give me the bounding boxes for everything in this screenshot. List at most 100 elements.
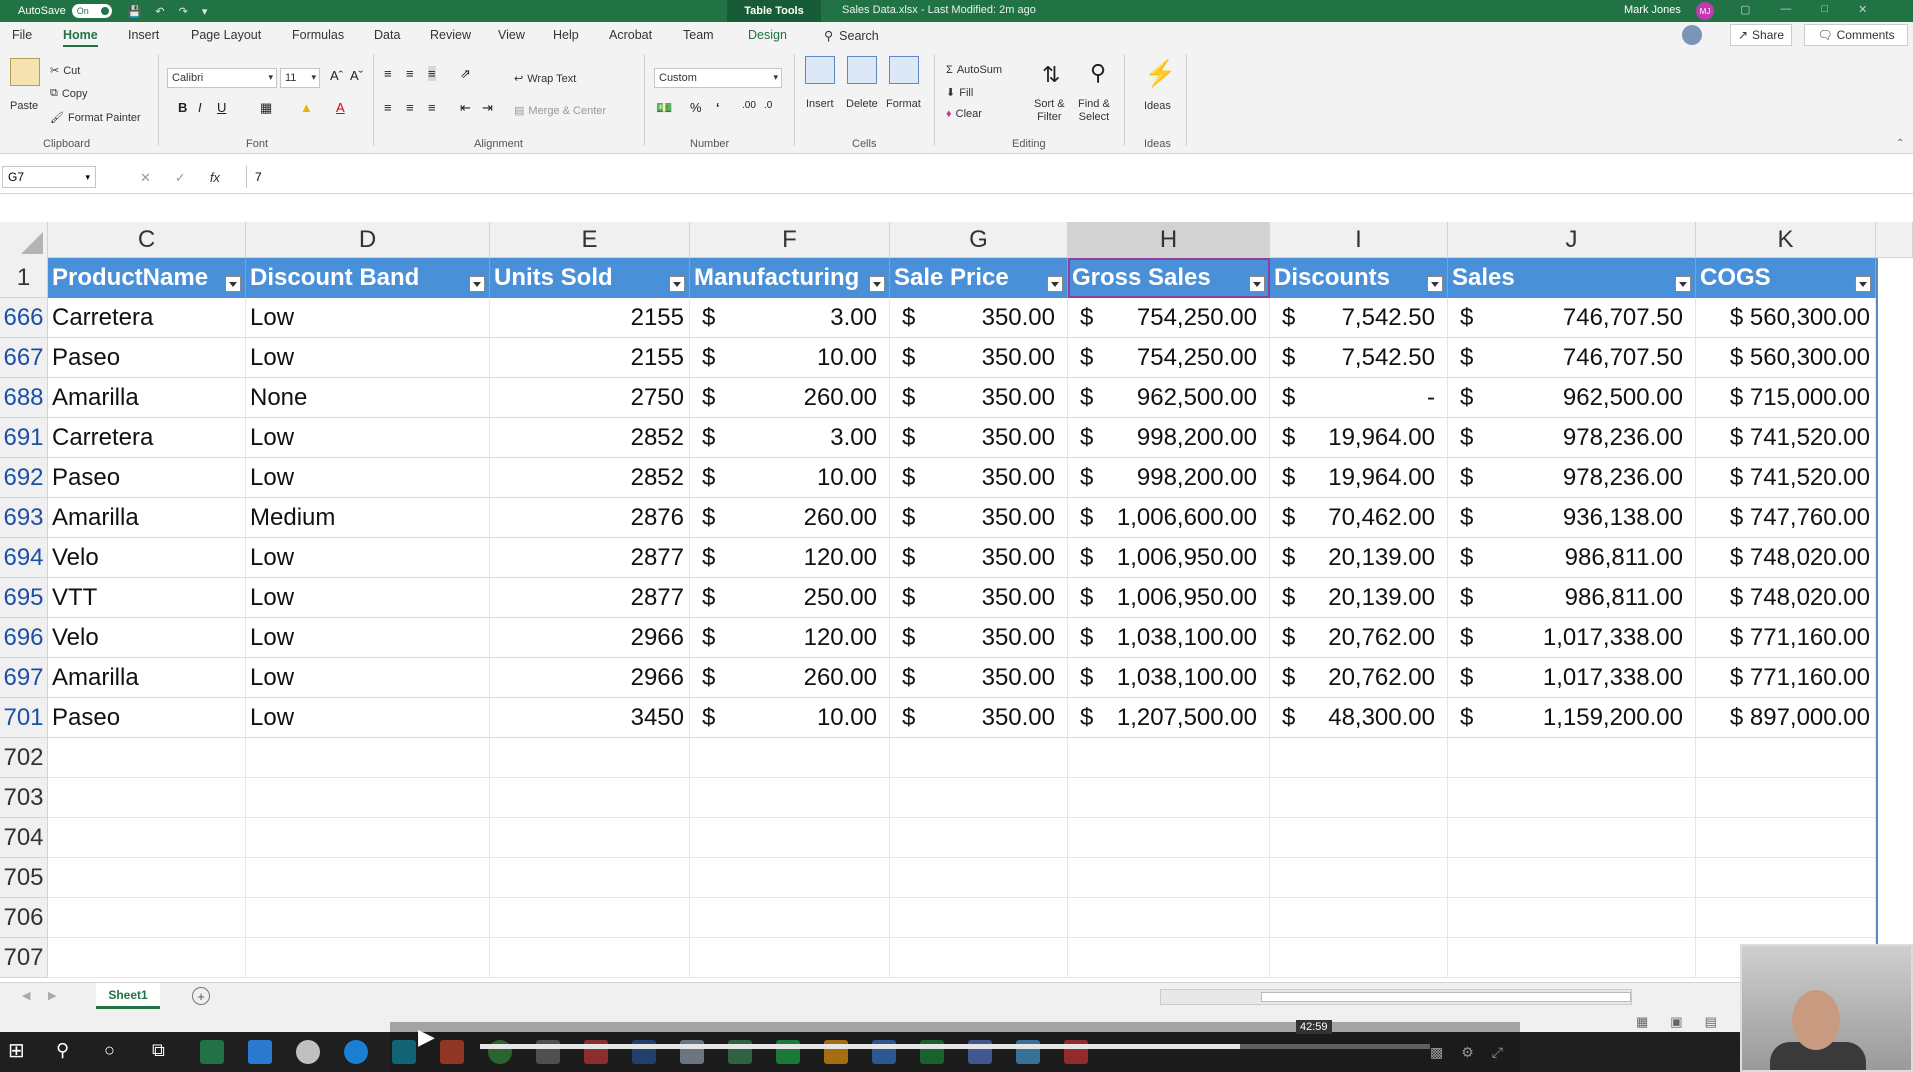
cell-price[interactable]: $350.00 bbox=[890, 618, 1068, 658]
align-top-icon[interactable]: ≡ bbox=[384, 66, 392, 81]
cell-sales[interactable]: $1,159,200.00 bbox=[1448, 698, 1696, 738]
redo-icon[interactable]: ↷ bbox=[179, 5, 188, 18]
cell-product[interactable]: Amarilla bbox=[48, 378, 246, 418]
cell-gross[interactable]: $754,250.00 bbox=[1068, 338, 1270, 378]
filter-active-icon[interactable] bbox=[1249, 276, 1265, 292]
cell-band[interactable]: Low bbox=[246, 698, 490, 738]
cell-price[interactable]: $350.00 bbox=[890, 578, 1068, 618]
empty-cell[interactable] bbox=[890, 738, 1068, 778]
enter-icon[interactable]: ✓ bbox=[175, 170, 186, 186]
empty-cell[interactable] bbox=[1448, 818, 1696, 858]
next-sheet-icon[interactable]: ▶ bbox=[48, 989, 56, 1002]
tab-view[interactable]: View bbox=[498, 28, 525, 42]
share-button[interactable]: ↗ Share bbox=[1730, 24, 1792, 46]
page-layout-view-icon[interactable]: ▣ bbox=[1670, 1014, 1682, 1030]
wrap-text-button[interactable]: ↩ Wrap Text bbox=[514, 72, 576, 86]
cell-price[interactable]: $350.00 bbox=[890, 458, 1068, 498]
tab-review[interactable]: Review bbox=[430, 28, 471, 42]
column-header-f[interactable]: F bbox=[690, 222, 890, 258]
name-box[interactable]: G7 ▾ bbox=[2, 166, 96, 188]
cell-cogs[interactable]: $ 748,020.00 bbox=[1696, 538, 1876, 578]
find-icon[interactable]: ⚲ bbox=[1090, 60, 1106, 86]
table-header-cell[interactable]: Sale Price bbox=[890, 258, 1068, 298]
cell-disc[interactable]: $ - bbox=[1270, 378, 1448, 418]
empty-cell[interactable] bbox=[690, 818, 890, 858]
insert-function-button[interactable]: fx bbox=[210, 170, 220, 186]
filter-dropdown-icon[interactable] bbox=[669, 276, 685, 292]
cell-units[interactable]: 2155 bbox=[490, 338, 690, 378]
cell-mfg[interactable]: $10.00 bbox=[690, 338, 890, 378]
column-header-i[interactable]: I bbox=[1270, 222, 1448, 258]
cell-mfg[interactable]: $260.00 bbox=[690, 658, 890, 698]
tab-help[interactable]: Help bbox=[553, 28, 579, 42]
empty-cell[interactable] bbox=[246, 778, 490, 818]
cell-sales[interactable]: $746,707.50 bbox=[1448, 338, 1696, 378]
decrease-font-icon[interactable]: Aˇ bbox=[350, 68, 363, 83]
cell-band[interactable]: Low bbox=[246, 578, 490, 618]
empty-cell[interactable] bbox=[1448, 938, 1696, 978]
cell-price[interactable]: $350.00 bbox=[890, 418, 1068, 458]
empty-cell[interactable] bbox=[48, 938, 246, 978]
filter-dropdown-icon[interactable] bbox=[1855, 276, 1871, 292]
cell-product[interactable]: Paseo bbox=[48, 338, 246, 378]
empty-cell[interactable] bbox=[1696, 778, 1876, 818]
comments-button[interactable]: 🗨 Comments bbox=[1804, 24, 1908, 46]
excel-app-icon[interactable] bbox=[200, 1040, 224, 1064]
cell-price[interactable]: $350.00 bbox=[890, 538, 1068, 578]
play-icon[interactable]: ▶ bbox=[418, 1024, 435, 1050]
cell-disc[interactable]: $20,762.00 bbox=[1270, 658, 1448, 698]
cell-sales[interactable]: $1,017,338.00 bbox=[1448, 618, 1696, 658]
cell-cogs[interactable]: $ 897,000.00 bbox=[1696, 698, 1876, 738]
row-header[interactable]: 1 bbox=[0, 258, 48, 298]
empty-cell[interactable] bbox=[890, 938, 1068, 978]
cell-gross[interactable]: $1,207,500.00 bbox=[1068, 698, 1270, 738]
cell-cogs[interactable]: $ 715,000.00 bbox=[1696, 378, 1876, 418]
empty-cell[interactable] bbox=[1068, 858, 1270, 898]
row-header[interactable]: 692 bbox=[0, 458, 48, 498]
empty-cell[interactable] bbox=[48, 738, 246, 778]
empty-cell[interactable] bbox=[1270, 938, 1448, 978]
empty-cell[interactable] bbox=[1270, 858, 1448, 898]
cell-product[interactable]: Velo bbox=[48, 538, 246, 578]
clear-button[interactable]: ♦ Clear bbox=[946, 108, 982, 120]
increase-indent-icon[interactable]: ⇥ bbox=[482, 100, 493, 116]
cell-disc[interactable]: $48,300.00 bbox=[1270, 698, 1448, 738]
decrease-decimal-icon[interactable]: .0 bbox=[764, 100, 772, 111]
empty-cell[interactable] bbox=[690, 778, 890, 818]
column-header-e[interactable]: E bbox=[490, 222, 690, 258]
cell-mfg[interactable]: $260.00 bbox=[690, 498, 890, 538]
empty-cell[interactable] bbox=[490, 858, 690, 898]
cell-price[interactable]: $350.00 bbox=[890, 498, 1068, 538]
cell-price[interactable]: $350.00 bbox=[890, 298, 1068, 338]
underline-icon[interactable]: U bbox=[217, 100, 226, 115]
cell-cogs[interactable]: $ 741,520.00 bbox=[1696, 458, 1876, 498]
cell-disc[interactable]: $20,762.00 bbox=[1270, 618, 1448, 658]
cell-mfg[interactable]: $120.00 bbox=[690, 618, 890, 658]
cell-price[interactable]: $350.00 bbox=[890, 378, 1068, 418]
tab-acrobat[interactable]: Acrobat bbox=[609, 28, 652, 42]
prev-sheet-icon[interactable]: ◀ bbox=[22, 989, 30, 1002]
cell-sales[interactable]: $1,017,338.00 bbox=[1448, 658, 1696, 698]
cell-product[interactable]: Paseo bbox=[48, 458, 246, 498]
increase-font-icon[interactable]: Aˆ bbox=[330, 68, 343, 83]
cell-band[interactable]: Medium bbox=[246, 498, 490, 538]
empty-cell[interactable] bbox=[690, 898, 890, 938]
table-header-cell[interactable]: Discount Band bbox=[246, 258, 490, 298]
cell-units[interactable]: 2155 bbox=[490, 298, 690, 338]
decrease-indent-icon[interactable]: ⇤ bbox=[460, 100, 471, 116]
sort-filter-button[interactable]: Sort & Filter bbox=[1034, 98, 1065, 124]
cell-mfg[interactable]: $250.00 bbox=[690, 578, 890, 618]
cell-disc[interactable]: $19,964.00 bbox=[1270, 418, 1448, 458]
table-header-cell[interactable]: Manufacturing bbox=[690, 258, 890, 298]
align-left-icon[interactable]: ≡ bbox=[384, 100, 392, 115]
cell-units[interactable]: 2852 bbox=[490, 458, 690, 498]
empty-cell[interactable] bbox=[1696, 738, 1876, 778]
empty-cell[interactable] bbox=[1270, 778, 1448, 818]
empty-cell[interactable] bbox=[690, 938, 890, 978]
column-header-g[interactable]: G bbox=[890, 222, 1068, 258]
cell-units[interactable]: 2966 bbox=[490, 658, 690, 698]
edge-app-icon[interactable] bbox=[344, 1040, 368, 1064]
tab-design[interactable]: Design bbox=[748, 28, 787, 42]
cell-cogs[interactable]: $ 748,020.00 bbox=[1696, 578, 1876, 618]
empty-cell[interactable] bbox=[1448, 738, 1696, 778]
